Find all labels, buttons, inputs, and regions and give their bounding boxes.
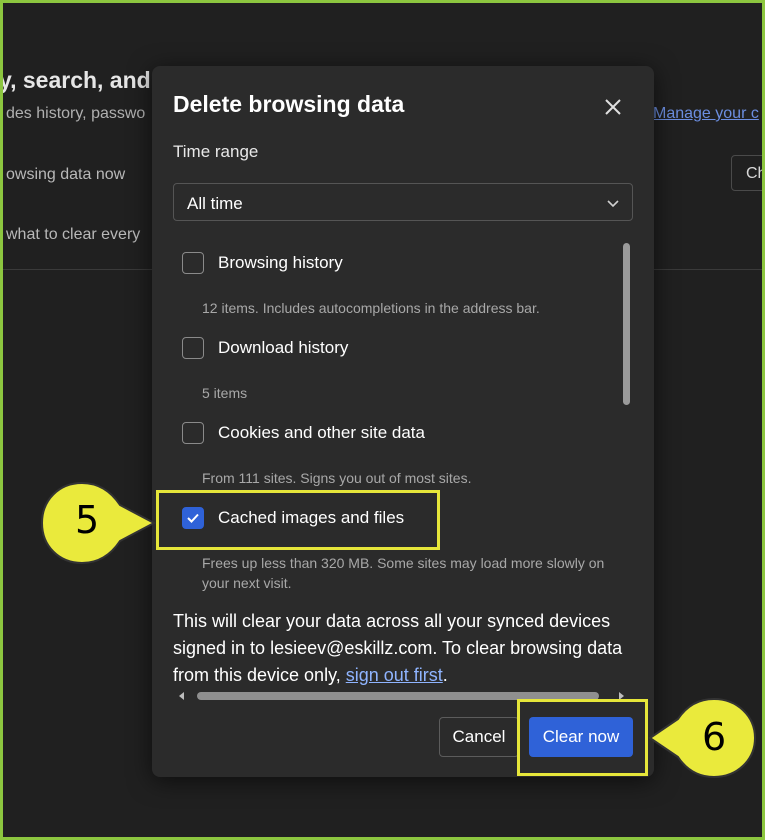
option-label: Download history — [218, 338, 349, 357]
option-label: Browsing history — [218, 253, 343, 272]
sign-out-link[interactable]: sign out first — [346, 665, 443, 685]
vertical-scrollbar[interactable] — [623, 243, 630, 405]
sync-notice-end: . — [442, 665, 448, 685]
close-icon[interactable] — [600, 94, 626, 120]
time-range-label: Time range — [173, 142, 259, 161]
option-description: 5 items — [202, 385, 248, 401]
settings-heading: y, search, and — [0, 67, 151, 93]
choose-button[interactable]: Ch — [731, 155, 762, 191]
dialog-title: Delete browsing data — [173, 91, 405, 117]
scroll-left-arrow-icon[interactable] — [179, 692, 184, 700]
option-description: 12 items. Includes autocompletions in th… — [202, 300, 540, 316]
chevron-down-icon — [606, 196, 620, 214]
browsing-history-checkbox[interactable] — [182, 252, 204, 274]
download-history-checkbox[interactable] — [182, 337, 204, 359]
cookies-checkbox[interactable] — [182, 422, 204, 444]
highlight-box-clear-now — [517, 699, 648, 776]
option-label: Cookies and other site data — [218, 423, 425, 442]
highlight-box-cached — [156, 490, 440, 550]
option-description: From 111 sites. Signs you out of most si… — [202, 470, 472, 486]
manage-link[interactable]: Manage your c — [653, 105, 759, 123]
step-5-label: 5 — [75, 498, 100, 542]
settings-subtext: des history, passwo — [6, 105, 146, 122]
time-range-value: All time — [187, 194, 243, 213]
step-6-label: 6 — [702, 715, 727, 759]
time-range-select[interactable]: All time — [173, 183, 633, 221]
clear-every-row-label: what to clear every — [6, 226, 141, 243]
sync-notice: This will clear your data across all you… — [173, 608, 643, 689]
cancel-button[interactable]: Cancel — [439, 717, 519, 757]
delete-browsing-data-dialog: Delete browsing data Time range All time… — [152, 66, 654, 777]
option-description: Frees up less than 320 MB. Some sites ma… — [202, 555, 605, 591]
clear-now-row-label: owsing data now — [6, 166, 126, 183]
